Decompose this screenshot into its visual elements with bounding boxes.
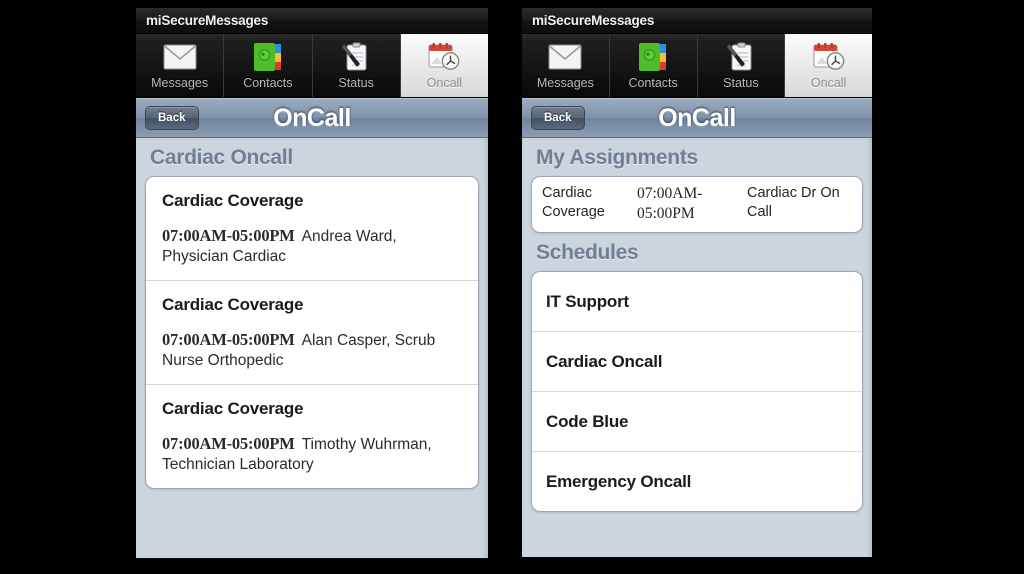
oncall-entry-row[interactable]: Cardiac Coverage 07:00AM-05:00PM Timothy …: [146, 383, 478, 488]
nav-bar-left: Back OnCall: [136, 98, 488, 138]
oncall-entry-detail: 07:00AM-05:00PM Alan Casper, Scrub Nurse …: [162, 329, 462, 372]
phone-screen-left: miSecureMessages Messages Contacts Statu…: [136, 8, 488, 559]
tab-oncall[interactable]: Oncall: [400, 34, 488, 97]
tab-messages[interactable]: Messages: [522, 34, 610, 97]
address-book-icon: [637, 39, 669, 75]
address-book-icon: [252, 39, 284, 75]
envelope-icon: [548, 39, 582, 75]
phone-screen-right: miSecureMessages Messages Contacts Statu…: [522, 8, 872, 557]
right-screen-body: My Assignments Cardiac Coverage 07:00AM-…: [522, 138, 872, 557]
oncall-entry-title: Cardiac Coverage: [162, 398, 304, 418]
oncall-entries-card: Cardiac Coverage 07:00AM-05:00PM Andrea W…: [145, 176, 479, 489]
assignment-time: 07:00AM-05:00PM: [637, 185, 703, 223]
clipboard-pen-icon: [340, 39, 372, 75]
tab-status-label: Status: [723, 76, 759, 90]
oncall-entry-row[interactable]: Cardiac Coverage 07:00AM-05:00PM Alan Cas…: [146, 279, 478, 384]
oncall-entry-row[interactable]: Cardiac Coverage 07:00AM-05:00PM Andrea W…: [146, 177, 478, 280]
tab-messages-label: Messages: [151, 76, 209, 90]
tab-status-label: Status: [338, 76, 374, 90]
tab-bar-left: Messages Contacts Status Oncall: [136, 34, 488, 98]
tab-contacts-label: Contacts: [243, 76, 293, 90]
screenshot-canvas: miSecureMessages Messages Contacts Statu…: [0, 0, 1024, 574]
schedule-list-item[interactable]: Emergency Oncall: [532, 451, 862, 511]
schedule-list-item[interactable]: IT Support: [532, 272, 862, 331]
tab-oncall-label: Oncall: [426, 76, 463, 90]
schedule-list-item[interactable]: Cardiac Oncall: [532, 331, 862, 391]
clipboard-pen-icon: [725, 39, 757, 75]
schedules-card: IT Support Cardiac Oncall Code Blue Emer…: [531, 271, 863, 513]
tab-contacts-label: Contacts: [628, 76, 678, 90]
assignment-row: Cardiac Coverage 07:00AM-05:00PM Cardiac…: [542, 184, 852, 224]
tab-status[interactable]: Status: [697, 34, 786, 97]
section-header-schedules: Schedules: [536, 241, 639, 265]
tab-contacts[interactable]: Contacts: [609, 34, 698, 97]
tab-messages-label: Messages: [536, 76, 594, 90]
oncall-entry-time: 07:00AM-05:00PM: [162, 329, 295, 349]
tab-bar-right: Messages Contacts Status Oncall: [522, 34, 872, 98]
oncall-entry-detail: 07:00AM-05:00PM Timothy Wuhrman, Technici…: [162, 433, 462, 476]
app-title-bar-right: miSecureMessages: [522, 8, 872, 34]
section-header-cardiac-oncall: Cardiac Oncall: [150, 146, 293, 169]
calendar-clock-icon: [427, 39, 461, 75]
schedule-list-item[interactable]: Code Blue: [532, 391, 862, 451]
nav-bar-right: Back OnCall: [522, 98, 872, 138]
scroll-edge-left[interactable]: [483, 138, 488, 558]
my-assignments-card[interactable]: Cardiac Coverage 07:00AM-05:00PM Cardiac…: [531, 176, 863, 234]
assignment-schedule: Cardiac Coverage: [542, 185, 605, 220]
back-button[interactable]: Back: [145, 106, 199, 130]
tab-status[interactable]: Status: [312, 34, 401, 97]
app-title-bar-left: miSecureMessages: [136, 8, 488, 34]
calendar-clock-icon: [812, 39, 846, 75]
tab-oncall[interactable]: Oncall: [785, 34, 872, 97]
oncall-entry-title: Cardiac Coverage: [162, 191, 304, 210]
oncall-entry-time: 07:00AM-05:00PM: [162, 433, 295, 453]
oncall-entry-time: 07:00AM-05:00PM: [162, 226, 295, 245]
app-title: miSecureMessages: [532, 13, 655, 28]
back-button[interactable]: Back: [531, 106, 585, 130]
tab-messages[interactable]: Messages: [136, 34, 225, 97]
left-screen-body: Cardiac Oncall Cardiac Coverage 07:00AM-…: [136, 138, 488, 558]
tab-contacts[interactable]: Contacts: [224, 34, 313, 97]
tab-oncall-label: Oncall: [810, 76, 847, 90]
scroll-edge-right[interactable]: [867, 138, 872, 557]
app-title: miSecureMessages: [146, 13, 269, 28]
oncall-entry-title: Cardiac Coverage: [162, 294, 304, 314]
assignment-role: Cardiac Dr On Call: [747, 185, 840, 220]
section-header-my-assignments: My Assignments: [536, 146, 698, 169]
envelope-icon: [163, 39, 197, 75]
oncall-entry-detail: 07:00AM-05:00PM Andrea Ward, Physician Ca…: [162, 225, 462, 268]
